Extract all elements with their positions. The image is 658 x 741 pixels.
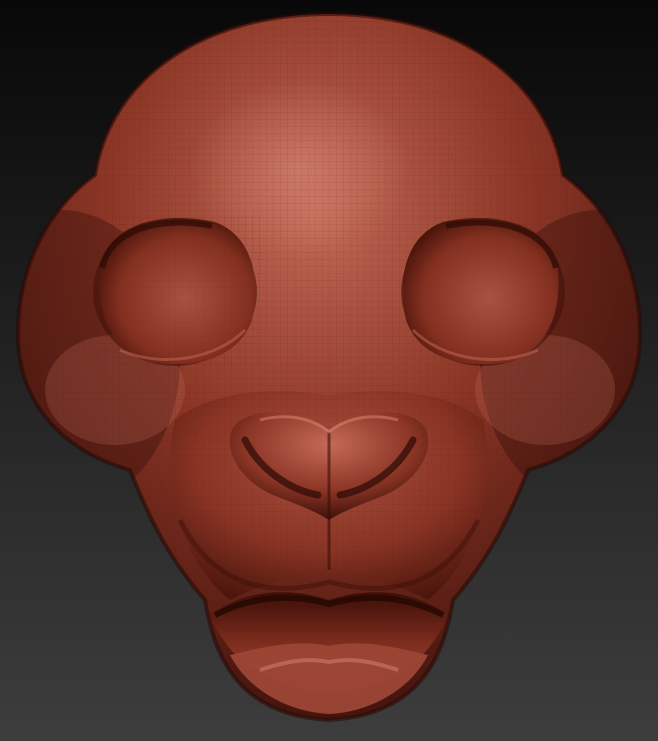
left-eye-socket [93,215,261,370]
viewport-canvas[interactable] [0,0,658,741]
sculpt-render [0,0,658,741]
right-eye-socket [401,218,565,366]
